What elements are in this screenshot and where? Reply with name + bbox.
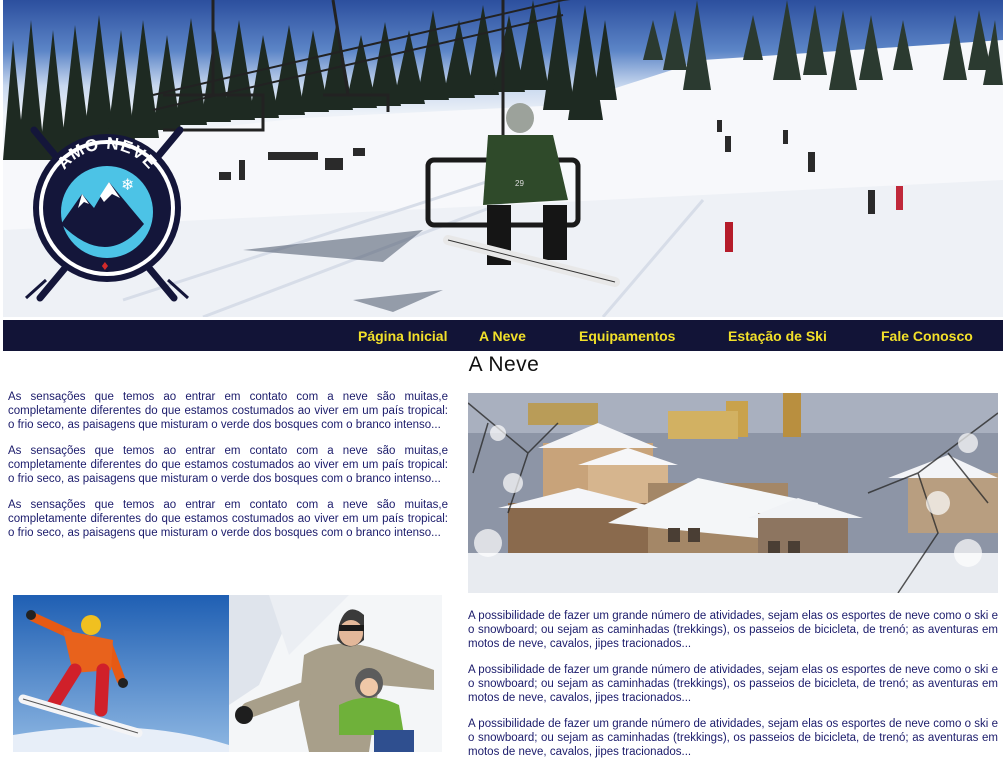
nav-item-equipamentos[interactable]: Equipamentos xyxy=(579,328,675,344)
nav-item-pagina-inicial[interactable]: Página Inicial xyxy=(358,328,447,344)
left-text-column: As sensações que temos ao entrar em cont… xyxy=(8,390,448,552)
right-paragraph: A possibilidade de fazer um grande númer… xyxy=(468,664,998,704)
main-nav: Página Inicial A Neve Equipamentos Estaç… xyxy=(3,320,1003,351)
left-paragraph: As sensações que temos ao entrar em cont… xyxy=(8,445,448,485)
nav-item-fale-conosco[interactable]: Fale Conosco xyxy=(881,328,973,344)
snowy-town-photo xyxy=(468,393,998,593)
snowflake-icon: ❄ xyxy=(121,175,134,194)
snowboarder-photo xyxy=(13,595,229,752)
right-paragraph: A possibilidade de fazer um grande númer… xyxy=(468,610,998,650)
right-text-column: A possibilidade de fazer um grande númer… xyxy=(468,609,998,771)
right-paragraph: A possibilidade de fazer um grande númer… xyxy=(468,718,998,758)
nav-item-estacao-de-ski[interactable]: Estação de Ski xyxy=(728,328,827,344)
sledding-family-photo xyxy=(229,595,442,752)
maple-leaf-icon: ♦ xyxy=(100,260,110,273)
chair-number: 29 xyxy=(515,179,524,188)
left-paragraph: As sensações que temos ao entrar em cont… xyxy=(8,499,448,539)
nav-item-a-neve[interactable]: A Neve xyxy=(479,328,526,344)
amo-neve-logo[interactable]: ❄ ♦ AMO NEVE xyxy=(24,120,190,306)
left-paragraph: As sensações que temos ao entrar em cont… xyxy=(8,391,448,431)
page-title: A Neve xyxy=(468,353,540,376)
